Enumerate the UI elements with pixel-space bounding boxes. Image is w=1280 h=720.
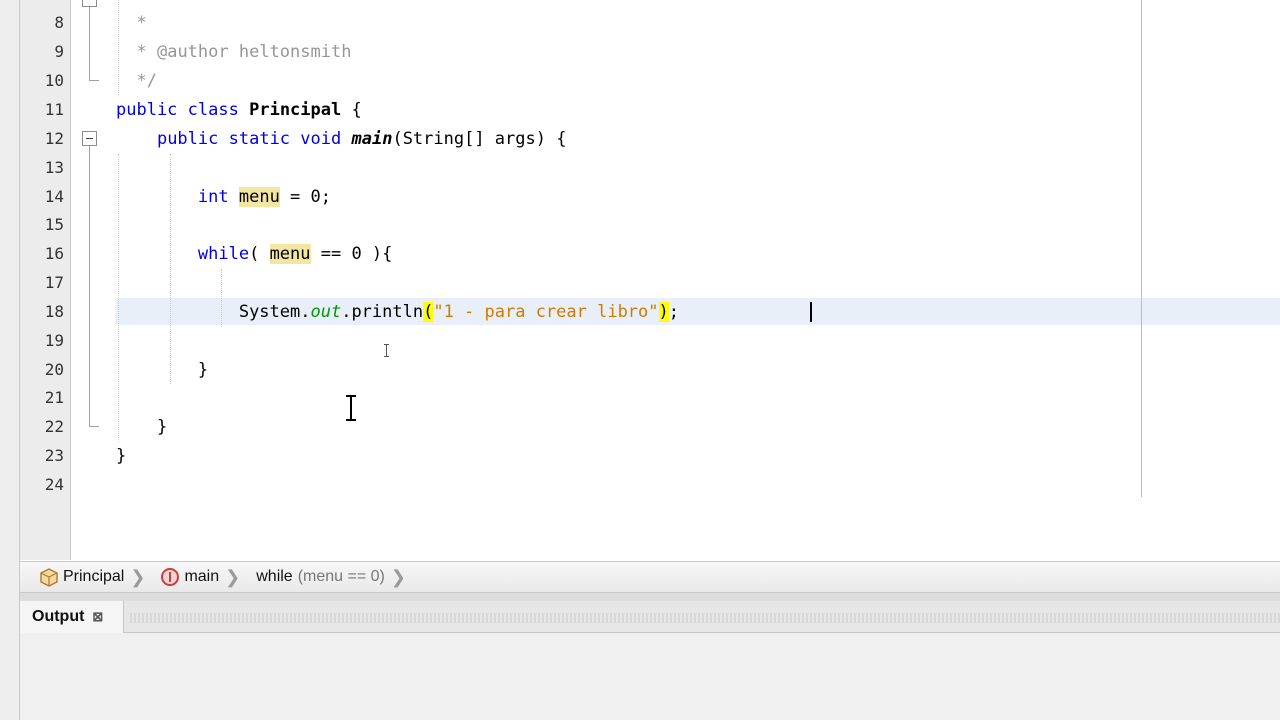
line-number: 15 — [44, 215, 64, 234]
line-number: 24 — [44, 475, 64, 494]
keyword: static — [228, 129, 291, 149]
keyword: public — [116, 100, 178, 120]
class-icon — [38, 567, 58, 587]
line-number: 14 — [44, 187, 64, 206]
method-call: .println — [341, 302, 424, 322]
line-number: 9 — [54, 42, 64, 61]
breadcrumb-label: while — [256, 568, 293, 585]
code-line-16: while( menu == 0 ){ — [116, 240, 392, 269]
condition: == 0 ){ — [310, 244, 393, 264]
line-number: 23 — [44, 446, 64, 465]
tab-bar-texture — [130, 613, 1280, 623]
breadcrumb-detail: (menu == 0) — [297, 568, 385, 585]
variable-occurrence: menu — [238, 187, 280, 207]
class-name: Principal — [249, 100, 342, 120]
method-name: main — [351, 129, 393, 149]
variable-occurrence: menu — [269, 244, 311, 264]
keyword: int — [197, 187, 229, 207]
line-number: 17 — [44, 273, 64, 292]
output-tabbar: Output ⊠ — [20, 601, 1280, 633]
brace: } — [197, 360, 209, 380]
keyword: class — [187, 100, 239, 120]
method-icon — [161, 568, 180, 586]
tab-label: Output — [32, 608, 85, 625]
window-left-edge — [0, 0, 20, 720]
chevron-right-icon: ❯ — [225, 566, 241, 587]
paren-match: ) — [658, 302, 669, 322]
line-number: 19 — [44, 331, 64, 350]
brace: { — [351, 100, 362, 120]
chevron-right-icon: ❯ — [390, 566, 406, 587]
fold-end — [89, 80, 99, 81]
breadcrumb-item-main[interactable]: main — [161, 568, 219, 586]
comment: * — [136, 13, 147, 33]
code-line-9: * @author heltonsmith — [116, 38, 351, 67]
author-tag: @author heltonsmith — [156, 42, 352, 62]
line-number: 22 — [44, 417, 64, 436]
fold-toggle-icon[interactable] — [82, 0, 97, 7]
comment: */ — [136, 71, 157, 91]
line-number: 16 — [44, 244, 64, 263]
assignment: = 0; — [279, 187, 331, 207]
keyword: while — [197, 244, 250, 264]
params: (String[] args) — [392, 129, 557, 149]
fold-guide — [89, 146, 90, 426]
line-number: 21 — [44, 388, 64, 407]
code-line-14: int menu = 0; — [116, 183, 331, 212]
brace: } — [156, 417, 168, 437]
breadcrumb: Principal ❯ main ❯ while (menu == 0) ❯ — [20, 561, 1280, 593]
paren-match: ( — [423, 302, 434, 322]
breadcrumb-item-principal[interactable]: Principal — [38, 567, 124, 587]
code-line-12: public static void main(String[] args) { — [116, 125, 567, 154]
keyword: public — [156, 129, 219, 149]
breadcrumb-label: main — [184, 568, 220, 585]
chevron-right-icon: ❯ — [130, 566, 146, 587]
string-literal: "1 - para crear libro" — [433, 302, 659, 322]
fold-end — [89, 426, 99, 427]
breadcrumb-item-while[interactable]: while (menu == 0) — [256, 568, 385, 586]
line-number: 20 — [44, 360, 64, 379]
keyword: void — [300, 129, 342, 149]
close-icon[interactable]: ⊠ — [92, 609, 103, 625]
code-line-18: System.out.println("1 - para crear libro… — [116, 298, 679, 327]
breadcrumb-label: Principal — [63, 568, 125, 585]
brace: { — [556, 129, 567, 149]
line-number: 10 — [44, 71, 64, 90]
right-margin-line — [1141, 0, 1142, 497]
line-number: 11 — [44, 100, 64, 119]
line-number: 13 — [44, 158, 64, 177]
fold-toggle-icon[interactable] — [82, 131, 97, 146]
mouse-ibeam-cursor-icon — [346, 395, 356, 421]
paren: ( — [249, 244, 270, 264]
line-number: 12 — [44, 129, 64, 148]
code-line-11: public class Principal { — [116, 96, 362, 125]
field-out: out — [310, 302, 342, 322]
splitter[interactable] — [20, 593, 1280, 601]
system-class: System. — [238, 302, 311, 322]
brace: } — [116, 446, 127, 466]
code-line-20: } — [116, 356, 208, 385]
tab-output[interactable]: Output ⊠ — [20, 601, 124, 633]
text-caret — [810, 302, 812, 322]
output-panel[interactable] — [20, 633, 1280, 720]
code-line-23: } — [116, 442, 126, 471]
line-number: 8 — [54, 13, 64, 32]
comment: * — [136, 42, 157, 62]
semicolon: ; — [668, 302, 680, 322]
line-number: 18 — [44, 302, 64, 321]
code-line-22: } — [116, 413, 167, 442]
text-cursor-icon — [384, 344, 389, 357]
fold-guide — [89, 0, 90, 80]
code-line-8: * — [116, 9, 147, 38]
code-line-10: */ — [116, 67, 157, 96]
